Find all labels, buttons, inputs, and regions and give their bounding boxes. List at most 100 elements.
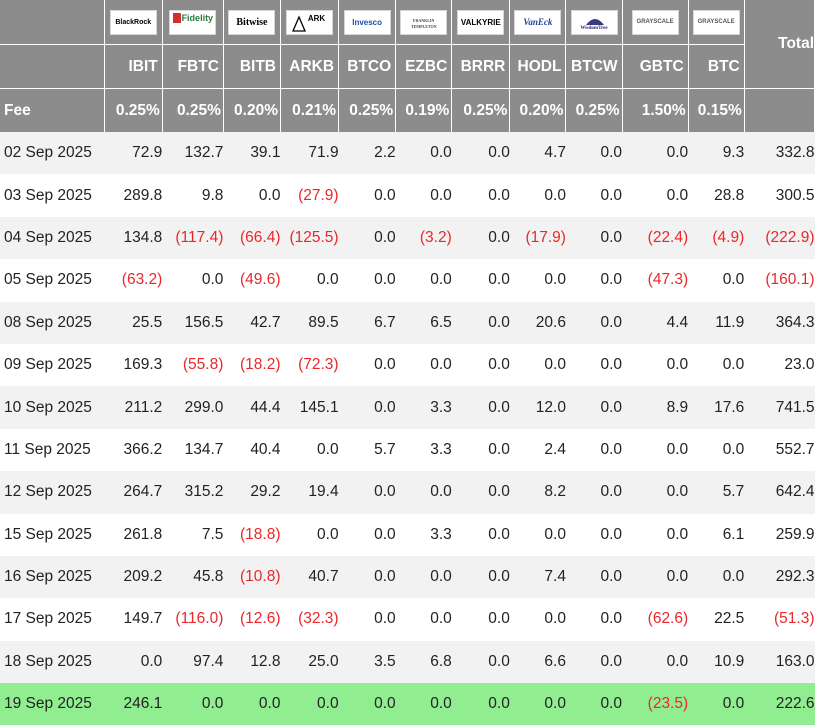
row-date: 10 Sep 2025 [0,386,105,429]
flow-cell: 0.0 [338,555,396,599]
flow-cell: 40.4 [223,428,281,472]
logo-text: Invesco [352,17,383,27]
fee-value: 0.15% [688,88,745,132]
flow-cell: 0.0 [338,343,396,387]
ticker-header: BTC [688,44,745,89]
ticker-header-row: IBIT FBTC BITB ARKB BTCO EZBC BRRR HODL … [0,44,815,89]
flow-cell: 0.0 [509,343,566,387]
flow-cell: 0.0 [565,386,623,429]
flow-cell: 134.8 [104,216,163,260]
flow-cell: 0.0 [688,683,745,725]
row-total: 163.0 [744,640,815,684]
row-total: 23.0 [744,343,815,387]
flow-cell: 0.0 [395,132,452,175]
flow-cell: 0.0 [688,259,745,302]
issuer-logo-cell: VALKYRIE [451,0,511,45]
flow-cell: 0.0 [565,640,623,684]
fee-header-row: Fee 0.25% 0.25% 0.20% 0.21% 0.25% 0.19% … [0,88,815,132]
table-row: 04 Sep 2025 134.8 (117.4) (66.4) (125.5) 0.0(… [0,216,815,260]
flow-cell: 0.0 [622,174,689,217]
flow-cell: (47.3) [622,259,689,302]
flow-cell: 3.3 [395,386,452,429]
flow-cell: 366.2 [104,428,163,472]
flow-cell: (66.4) [223,216,281,260]
flow-cell: 5.7 [688,471,745,514]
flow-cell: 0.0 [565,259,623,302]
flow-cell: 0.0 [338,386,396,429]
issuer-logo-cell: Bitwise [223,0,281,45]
flow-cell: 2.2 [338,132,396,175]
table-row: 16 Sep 2025 209.2 45.8 (10.8) 40.7 0.0 0.0 0.0 7… [0,555,815,599]
row-total: 259.9 [744,513,815,556]
flow-cell: 8.2 [509,471,566,514]
flow-cell: (3.2) [395,216,452,260]
flow-cell: (62.6) [622,598,689,641]
flow-cell: 0.0 [622,555,689,599]
table-row: 10 Sep 2025 211.2 299.0 44.4 145.1 0.0 3.3 0.0 1… [0,386,815,429]
flow-cell: 9.8 [162,174,224,217]
flow-cell: 6.5 [395,301,452,344]
bitwise-logo: Bitwise [228,9,276,35]
issuer-logo-cell: Invesco [338,0,397,45]
row-date: 12 Sep 2025 [0,471,105,514]
issuer-logo-cell: BlackRock [104,0,163,45]
flow-cell: 0.0 [622,471,689,514]
etf-flows-table: BlackRock Fidelity Bitwise ARK Invesco F… [0,0,815,725]
flow-cell: 0.0 [395,259,452,302]
ticker-header: ARKB [280,44,340,89]
ark-triangle-icon [292,14,307,32]
ticker-header: BITB [223,44,281,89]
ticker-header: EZBC [395,44,453,89]
logo-text: GRAYSCALE [697,18,735,25]
issuer-logo-cell: Fidelity [162,0,224,45]
fee-total-empty-cell [744,88,815,132]
flow-cell: 10.9 [688,640,745,684]
flow-cell: 0.0 [622,513,689,556]
flow-cell: (10.8) [223,555,281,599]
flow-cell: 0.0 [162,683,224,725]
fee-value: 0.25% [162,88,224,132]
flow-cell: 0.0 [565,471,623,514]
flow-cell: 0.0 [565,428,623,472]
flow-cell: 7.5 [162,513,224,556]
fidelity-mark-icon [172,13,181,24]
flow-cell: 0.0 [451,683,510,725]
fee-value: 0.20% [223,88,281,132]
issuer-logo-cell: FRANKLIN TEMPLETON [395,0,453,45]
franklin-templeton-logo: FRANKLIN TEMPLETON [400,9,448,35]
flow-cell: 9.3 [688,132,745,175]
flow-cell: 0.0 [688,555,745,599]
issuer-logo-cell: GRAYSCALE [688,0,745,45]
table-row: 15 Sep 2025 261.8 7.5 (18.8) 0.0 0.0 3.3 0.0 0.0… [0,513,815,556]
ticker-header: FBTC [162,44,224,89]
flow-cell: 0.0 [395,555,452,599]
flow-cell: 0.0 [104,640,163,684]
flow-cell: 169.3 [104,343,163,387]
flow-cell: 0.0 [338,471,396,514]
flow-cell: (22.4) [622,216,689,260]
total-column-header: Total [744,0,815,89]
row-total: (222.9) [744,216,815,260]
flow-cell: 0.0 [451,555,510,599]
flow-cell: 0.0 [565,174,623,217]
row-total: 364.3 [744,301,815,344]
flow-cell: 0.0 [338,259,396,302]
flows-body: 02 Sep 2025 72.9 132.7 39.1 71.9 2.2 0.0 0.0 4.7… [0,132,815,725]
flow-cell: 0.0 [509,259,566,302]
flow-cell: 0.0 [223,174,281,217]
logo-text: BlackRock [115,18,152,26]
table-row: 02 Sep 2025 72.9 132.7 39.1 71.9 2.2 0.0 0.0 4.7… [0,132,815,175]
issuer-logo-cell: VanEck [509,0,567,45]
flow-cell: 89.5 [280,301,339,344]
fee-value: 0.20% [509,88,567,132]
flow-cell: 0.0 [509,683,566,725]
flow-cell: (23.5) [622,683,689,725]
flow-cell: 0.0 [338,513,396,556]
row-total: 222.6 [744,683,815,725]
flow-cell: 0.0 [451,343,510,387]
flow-cell: 39.1 [223,132,281,175]
flow-cell: 0.0 [451,216,510,260]
logo-text: Bitwise [236,16,268,28]
flow-cell: 0.0 [509,174,566,217]
flow-cell: 7.4 [509,555,566,599]
